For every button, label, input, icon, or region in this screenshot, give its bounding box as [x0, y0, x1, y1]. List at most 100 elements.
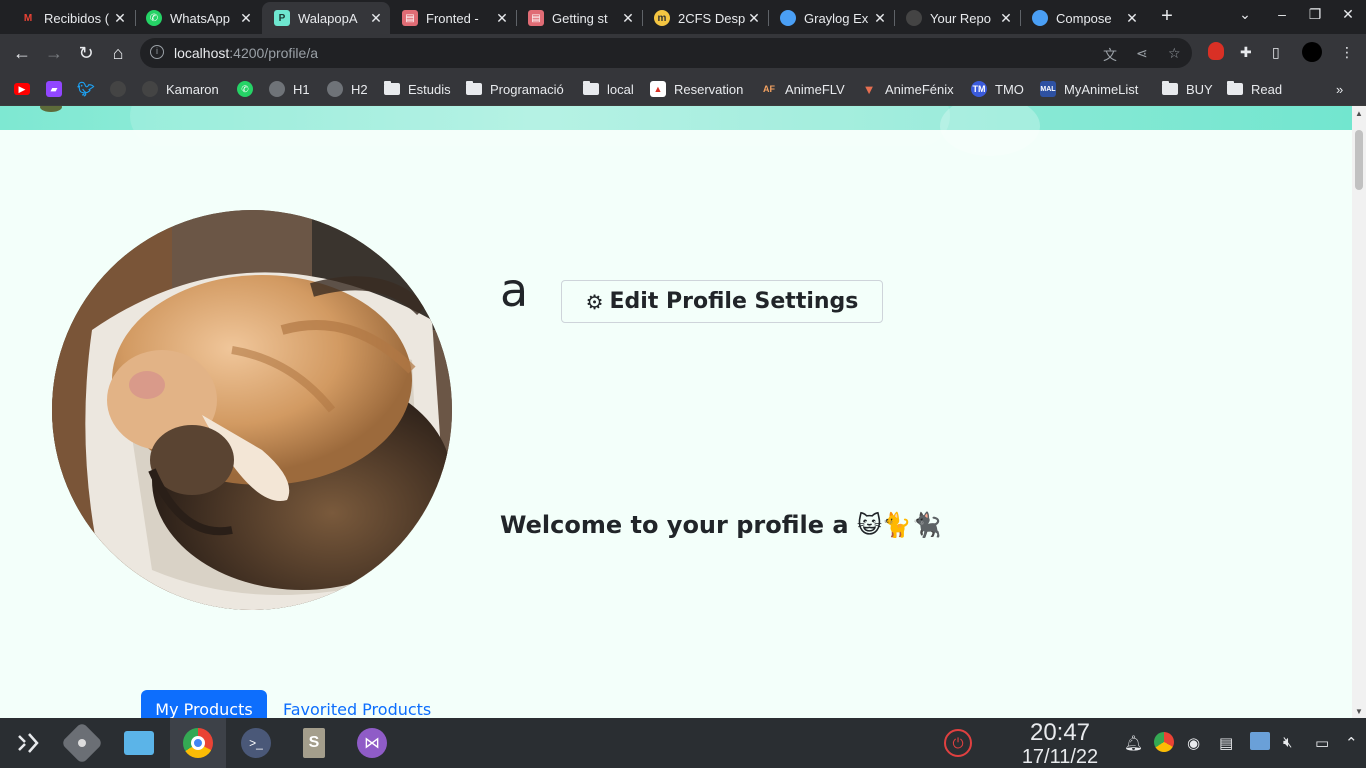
close-icon[interactable]: ✕ — [872, 10, 888, 27]
taskbar-clock[interactable]: 20:47 17/11/22 — [1010, 720, 1110, 768]
header-banner — [0, 106, 1352, 156]
network-icon[interactable] — [1250, 732, 1270, 750]
bookmark-label: Estudis — [408, 81, 451, 97]
close-icon[interactable]: ✕ — [998, 10, 1014, 27]
minimize-icon[interactable]: – — [1272, 6, 1292, 22]
update-icon[interactable]: ◉ — [1187, 734, 1200, 752]
close-icon[interactable]: ✕ — [494, 10, 510, 27]
site-info-icon[interactable]: i — [150, 45, 164, 59]
terminal-app-icon[interactable]: >_ — [228, 718, 284, 768]
folder-icon — [1162, 81, 1178, 95]
bookmark-twitch[interactable]: ▰ — [46, 80, 70, 98]
tab-title: Getting st — [552, 10, 608, 26]
bookmark-reservation[interactable]: ▲ Reservation — [650, 80, 743, 98]
power-icon[interactable]: ⏻ — [944, 729, 972, 757]
scroll-down-icon[interactable]: ▼ — [1354, 707, 1364, 716]
tab-your-repo[interactable]: Your Repo ✕ — [894, 4, 1020, 32]
bookmark-twitter[interactable]: 🐦︎ — [77, 80, 102, 98]
translate-icon[interactable]: 文 — [1103, 45, 1117, 65]
whatsapp-icon: ✆ — [237, 81, 253, 97]
tab-title: Fronted - — [426, 10, 479, 26]
tab-getting-started[interactable]: ▤ Getting st ✕ — [516, 4, 642, 32]
close-icon[interactable]: ✕ — [746, 10, 762, 27]
url-host: localhost — [174, 45, 230, 61]
bookmark-animeflv[interactable]: AF AnimeFLV — [761, 80, 845, 98]
side-panel-icon[interactable]: ▯ — [1272, 44, 1280, 61]
app-launcher-icon[interactable] — [0, 718, 56, 768]
close-icon[interactable]: ✕ — [112, 10, 128, 27]
more-bookmarks-icon[interactable]: » — [1336, 80, 1343, 98]
bookmark-myanimelist[interactable]: MAL MyAnimeList — [1040, 80, 1138, 98]
chrome-app-icon[interactable] — [170, 718, 226, 768]
tab-gmail[interactable]: M Recibidos ( ✕ — [8, 4, 134, 32]
page-scrollbar[interactable]: ▲ ▼ — [1352, 106, 1366, 718]
bookmark-h2[interactable]: H2 — [327, 80, 368, 98]
banner-decoration — [940, 106, 1040, 156]
chrome-tray-icon[interactable] — [1154, 732, 1174, 752]
new-tab-button[interactable]: + — [1156, 5, 1178, 27]
browser-tab-strip: M Recibidos ( ✕ ✆ WhatsApp ✕ P WalapopA … — [0, 0, 1366, 34]
tab-fronted[interactable]: ▤ Fronted - ✕ — [390, 4, 516, 32]
folder-icon — [1227, 81, 1243, 95]
tab-favorited-products[interactable]: Favorited Products — [283, 690, 431, 718]
tab-my-products[interactable]: My Products — [141, 690, 267, 718]
scroll-up-icon[interactable]: ▲ — [1354, 109, 1364, 118]
restore-icon[interactable]: ❐ — [1305, 6, 1325, 23]
menu-icon[interactable]: ⋮ — [1340, 44, 1354, 61]
close-icon[interactable]: ✕ — [368, 10, 384, 27]
tab-search-icon[interactable]: ⌄ — [1235, 6, 1255, 23]
back-icon[interactable]: ← — [11, 42, 33, 64]
forward-icon[interactable]: → — [43, 42, 65, 64]
tab-compose[interactable]: Compose ✕ — [1020, 4, 1146, 32]
bookmark-youtube[interactable]: ▶ — [14, 80, 38, 98]
bookmark-kamaron[interactable]: Kamaron — [142, 80, 219, 98]
github-icon — [110, 81, 126, 97]
bookmark-folder-local[interactable]: local — [583, 80, 634, 98]
bookmark-folder-buy[interactable]: BUY — [1162, 80, 1213, 98]
profile-avatar-icon[interactable] — [1302, 42, 1322, 62]
bookmark-label: Read — [1251, 81, 1283, 97]
clipboard-icon[interactable]: ▤ — [1219, 734, 1233, 752]
close-icon[interactable]: ✕ — [1124, 10, 1140, 27]
url-text[interactable]: localhost:4200/profile/a — [174, 45, 318, 61]
adblock-icon[interactable] — [1208, 42, 1224, 60]
sublime-app-icon[interactable]: S — [286, 718, 342, 768]
bookmark-label: TMO — [995, 81, 1024, 97]
tab-graylog[interactable]: Graylog Ex ✕ — [768, 4, 894, 32]
welcome-message: Welcome to your profile a 😺🐈🐈‍⬛ — [500, 511, 942, 539]
tab-2cfs[interactable]: m 2CFS Desp ✕ — [642, 4, 768, 32]
reload-icon[interactable]: ↻ — [75, 42, 97, 64]
bookmark-github[interactable] — [110, 80, 134, 98]
close-window-icon[interactable]: ✕ — [1338, 6, 1358, 23]
address-bar[interactable]: i localhost:4200/profile/a 文 ⋖ ☆ — [140, 38, 1192, 68]
edit-profile-settings-button[interactable]: ⚙ Edit Profile Settings — [561, 280, 883, 323]
home-icon[interactable]: ⌂ — [107, 42, 129, 64]
edit-profile-label: Edit Profile Settings — [609, 289, 859, 314]
share-icon[interactable]: ⋖ — [1136, 45, 1148, 62]
notifications-icon[interactable]: 🔔︎ — [1124, 734, 1143, 752]
volume-muted-icon[interactable]: 🔇︎ — [1283, 734, 1292, 751]
moodle-icon: m — [654, 10, 670, 26]
close-icon[interactable]: ✕ — [238, 10, 254, 27]
display-icon[interactable]: ▭ — [1315, 734, 1329, 752]
bookmark-h1[interactable]: H1 — [269, 80, 310, 98]
bookmark-folder-estudis[interactable]: Estudis — [384, 80, 451, 98]
compose-icon — [1032, 10, 1048, 26]
settings-app-icon[interactable] — [54, 718, 110, 768]
bookmark-folder-read[interactable]: Read — [1227, 80, 1282, 98]
banner-decoration — [130, 106, 950, 146]
bookmark-folder-programacio[interactable]: Programació — [466, 80, 564, 98]
bookmark-tmo[interactable]: TM TMO — [971, 80, 1024, 98]
files-app-icon[interactable] — [111, 718, 167, 768]
vscode-app-icon[interactable]: ⋈ — [344, 718, 400, 768]
tab-walapop[interactable]: P WalapopA ✕ — [262, 2, 390, 34]
bookmark-star-icon[interactable]: ☆ — [1168, 45, 1181, 62]
bookmark-animefenix[interactable]: ▼ AnimeFénix — [861, 80, 954, 98]
tray-expand-icon[interactable]: ⌃ — [1345, 734, 1358, 752]
scrollbar-thumb[interactable] — [1355, 130, 1363, 190]
bookmark-whatsapp[interactable]: ✆ — [237, 80, 261, 98]
tab-whatsapp[interactable]: ✆ WhatsApp ✕ — [134, 4, 260, 32]
extensions-icon[interactable]: ✚ — [1240, 44, 1252, 61]
close-icon[interactable]: ✕ — [620, 10, 636, 27]
clock-date: 17/11/22 — [1021, 746, 1099, 768]
